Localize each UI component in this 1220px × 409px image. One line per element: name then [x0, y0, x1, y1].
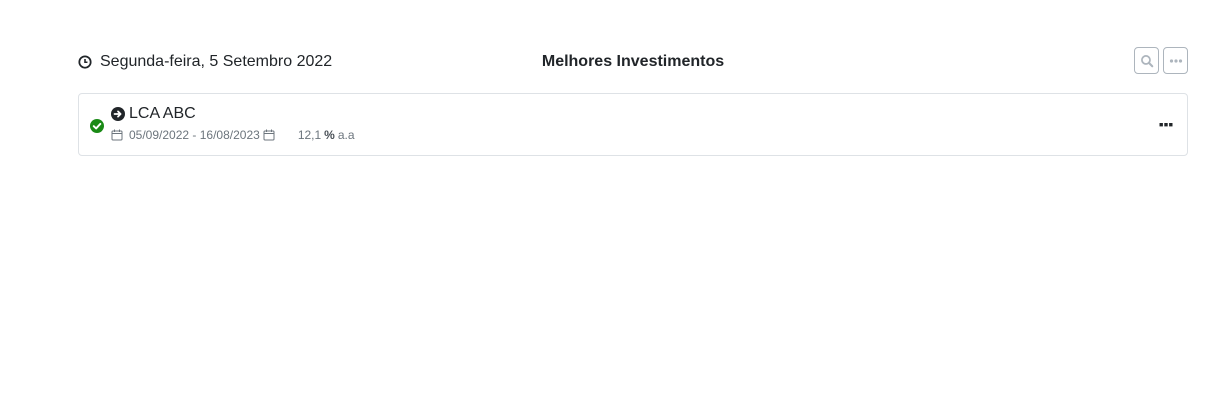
- page-header: Segunda-feira, 5 Setembro 2022 Melhores …: [78, 46, 1188, 78]
- investment-name[interactable]: LCA ABC: [129, 105, 196, 123]
- item-title-row: LCA ABC: [111, 105, 355, 123]
- rate-info: 12,1 % a.a: [298, 128, 355, 142]
- current-date: Segunda-feira, 5 Setembro 2022: [78, 46, 332, 78]
- end-date: 16/08/2023: [199, 128, 260, 142]
- item-meta: 05/09/2022 - 16/08/2023 12,1 % a.a: [111, 128, 355, 142]
- rate-value: 12,1: [297, 128, 322, 142]
- item-more-button[interactable]: [1159, 118, 1173, 132]
- investment-list-item[interactable]: LCA ABC 05/09/2022 - 16/08/2023 12,1 % a…: [78, 93, 1188, 156]
- arrow-circle-right-icon: [111, 107, 125, 121]
- investments-page: Segunda-feira, 5 Setembro 2022 Melhores …: [0, 0, 1220, 409]
- percent-icon: %: [324, 128, 335, 142]
- clock-icon: [78, 55, 92, 69]
- more-options-button[interactable]: [1163, 47, 1188, 74]
- ellipsis-icon: [1159, 123, 1173, 127]
- calendar-icon: [263, 129, 275, 141]
- rate-unit: a.a: [337, 128, 355, 142]
- search-button[interactable]: [1134, 47, 1159, 74]
- start-date: 05/09/2022: [129, 128, 190, 142]
- search-icon: [1140, 54, 1153, 67]
- ellipsis-icon: [1169, 58, 1182, 63]
- calendar-icon: [111, 129, 123, 141]
- header-toolbar: [1134, 47, 1188, 74]
- item-details: LCA ABC 05/09/2022 - 16/08/2023 12,1 % a…: [111, 105, 355, 142]
- check-circle-icon: [90, 119, 104, 133]
- date-text: Segunda-feira, 5 Setembro 2022: [100, 53, 333, 70]
